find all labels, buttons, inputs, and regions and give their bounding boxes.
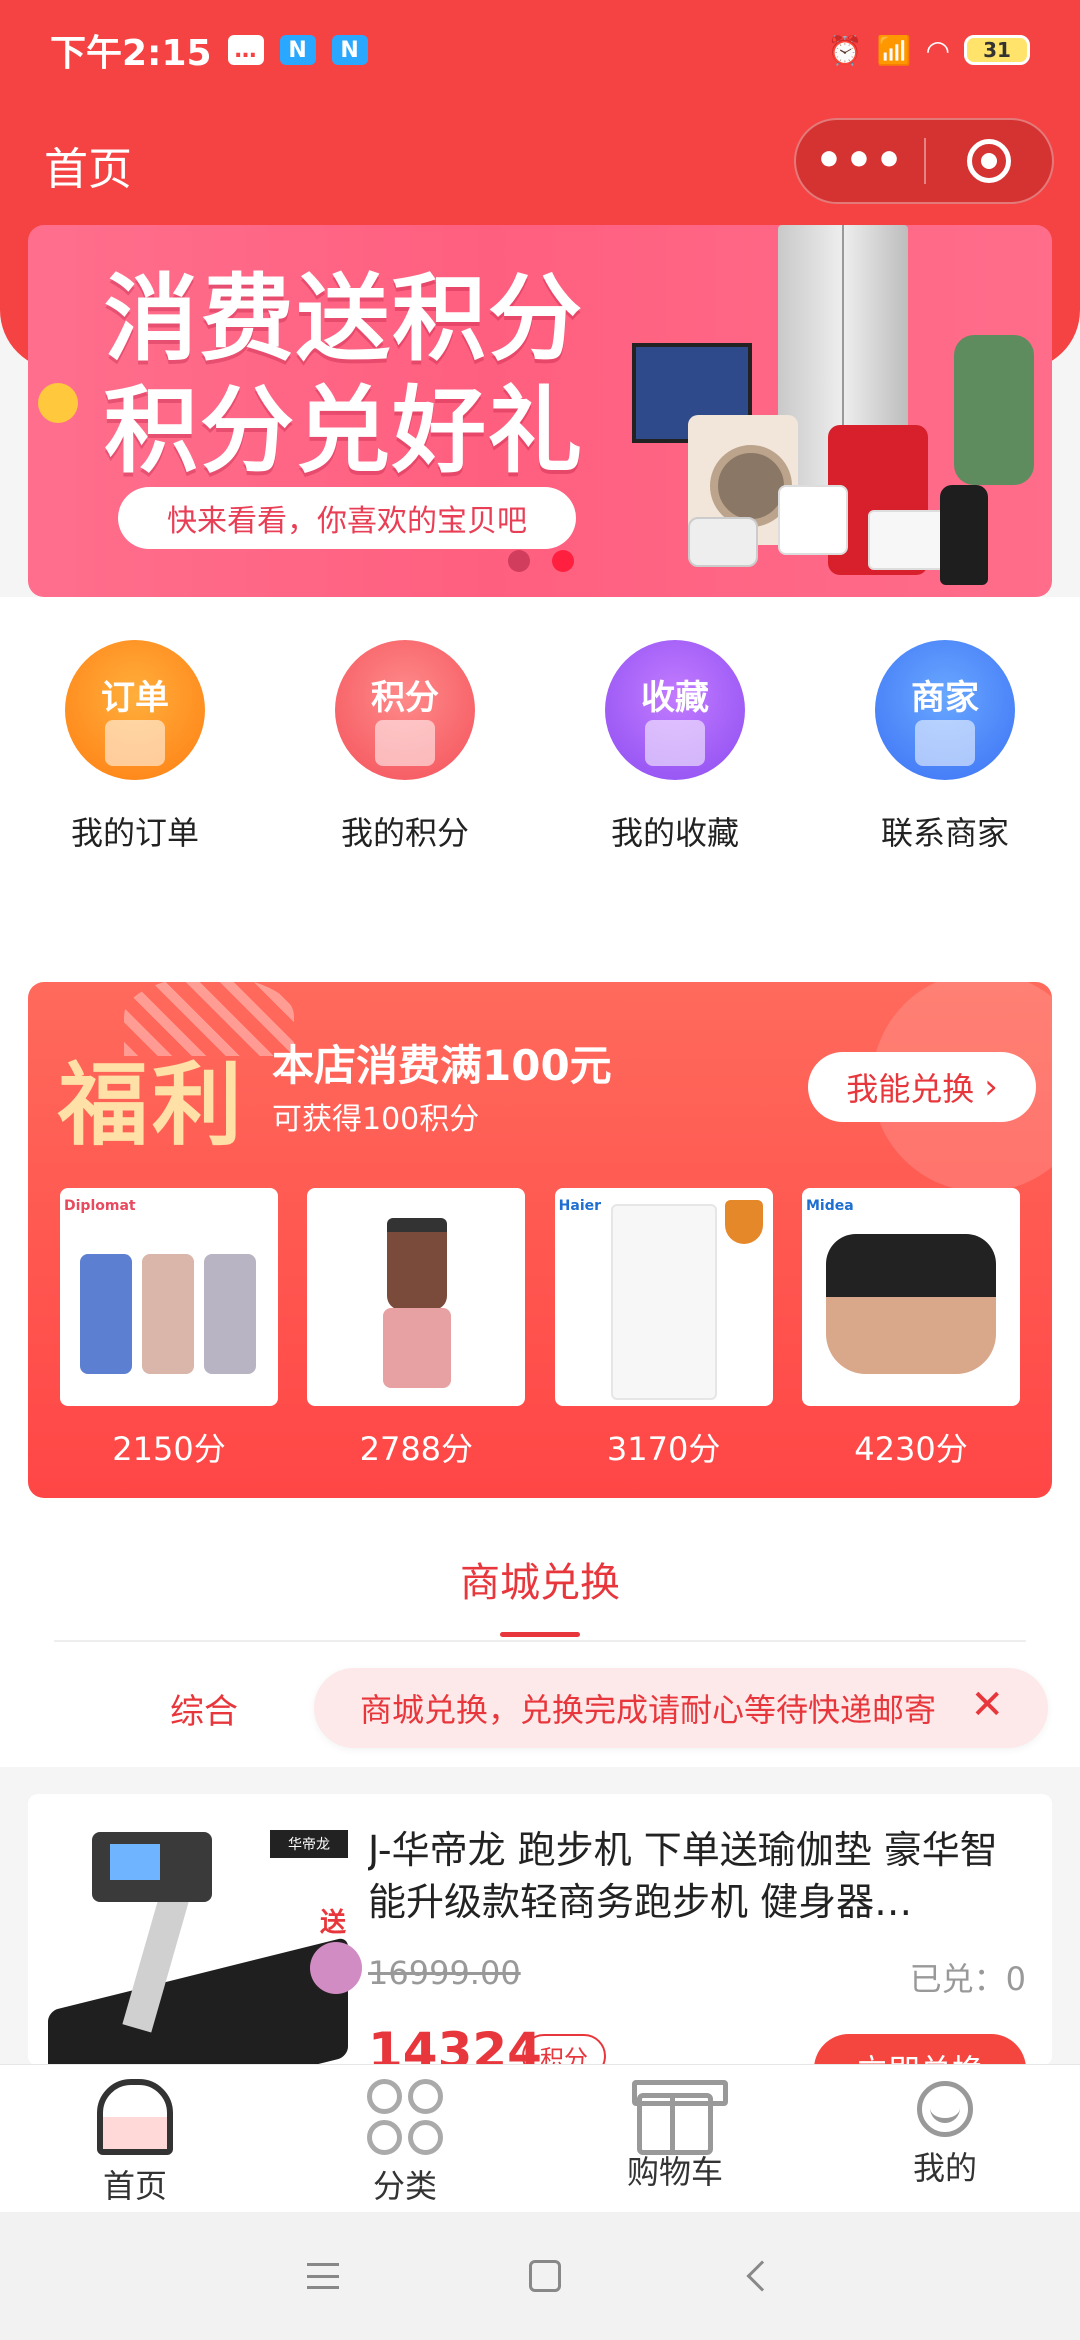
redeem-button[interactable]: 立即兑换 (814, 2034, 1026, 2066)
product-title: J-华帝龙 跑步机 下单送瑜伽垫 豪华智能升级款轻商务跑步机 健身器… (368, 1828, 998, 1924)
banner-dot[interactable] (508, 550, 530, 572)
sort-tab-comprehensive[interactable]: 综合 (170, 1684, 238, 1733)
chevron-right-icon: › (984, 1067, 998, 1107)
close-miniprogram-button[interactable] (926, 139, 1052, 183)
promo-banner[interactable]: 消费送积分 积分兑好礼 快来看看，你喜欢的宝贝吧 (28, 225, 1052, 597)
tab-profile[interactable]: 我的 (810, 2065, 1080, 2212)
notice-toast: 商城兑换，兑换完成请耐心等待快递邮寄 ✕ (314, 1668, 1048, 1748)
notification-n-icon: N (331, 35, 368, 65)
shortcut-label: 我的积分 (340, 814, 469, 852)
notification-n-icon: N (279, 35, 316, 65)
product-image-treadmill: 华帝龙 送 (48, 1824, 368, 2066)
brand-logo: Diplomat (64, 1198, 136, 1214)
tab-category[interactable]: 分类 (270, 2065, 540, 2212)
original-price: 16999.00 (368, 1954, 521, 1992)
home-icon (97, 2079, 173, 2155)
brand-logo: Midea (805, 1198, 854, 1214)
welfare-good-item[interactable]: Haier 3170分 (554, 1188, 773, 1470)
welfare-panel: 福利 本店消费满100元 可获得100积分 我能兑换 › Diplomat 215… (28, 982, 1052, 1498)
order-icon: 订单 (65, 640, 205, 780)
welfare-goods-list: Diplomat 2150分 2788分 Haier 3170分 Midea 4… (60, 1188, 1020, 1470)
coin-icon (38, 383, 78, 423)
tab-label: 我的 (912, 2149, 977, 2187)
system-navigation-bar (0, 2212, 1080, 2340)
welfare-title: 本店消费满100元 (272, 1041, 612, 1090)
recent-apps-icon[interactable] (307, 2263, 339, 2289)
product-card[interactable]: 华帝龙 送 J-华帝龙 跑步机 下单送瑜伽垫 豪华智能升级款轻商务跑步机 健身器… (28, 1794, 1052, 2066)
banner-dot-active[interactable] (552, 550, 574, 572)
more-menu-button[interactable]: ••• (796, 139, 924, 183)
store-icon: 商家 (875, 640, 1015, 780)
banner-headline-2: 积分兑好礼 (104, 377, 585, 486)
tab-cart[interactable]: 购物车 (540, 2065, 810, 2212)
shortcut-my-orders[interactable]: 订单 我的订单 (0, 640, 270, 880)
tab-label: 分类 (372, 2167, 437, 2205)
product-image-blender (307, 1188, 526, 1406)
shortcut-label: 我的订单 (70, 814, 199, 852)
back-icon[interactable] (746, 2260, 778, 2292)
page-title: 首页 (44, 144, 132, 195)
good-price: 2788分 (359, 1430, 474, 1468)
tab-mall-exchange[interactable]: 商城兑换 (0, 1550, 1080, 1608)
close-icon[interactable]: ✕ (970, 1682, 1004, 1728)
wifi-icon: ◠ (925, 33, 950, 67)
redeem-now-button[interactable]: 我能兑换 › (808, 1052, 1036, 1122)
good-price: 3170分 (606, 1430, 721, 1468)
shortcut-label: 我的收藏 (610, 814, 739, 852)
shortcut-my-favorites[interactable]: 收藏 我的收藏 (540, 640, 810, 880)
tab-label: 首页 (102, 2167, 167, 2205)
status-bar: 下午2:15 … N N ⏰ 📶 ◠ 31 (0, 0, 1080, 100)
miniprogram-capsule: ••• (794, 118, 1054, 204)
banner-pagination (508, 550, 574, 572)
shortcut-my-points[interactable]: 积分 我的积分 (270, 640, 540, 880)
welfare-good-item[interactable]: 2788分 (307, 1188, 526, 1470)
category-icon (367, 2079, 443, 2155)
profile-icon (917, 2081, 973, 2137)
status-time: 下午2:15 (50, 33, 212, 74)
warranty-badge-icon (724, 1200, 763, 1244)
battery-icon: 31 (964, 35, 1030, 65)
brand-logo: 华帝龙 (270, 1830, 348, 1858)
gift-label: 送 (320, 1908, 347, 1938)
tab-home[interactable]: 首页 (0, 2065, 270, 2212)
welfare-good-item[interactable]: Diplomat 2150分 (60, 1188, 278, 1470)
exchanged-count: 已兑：0 (909, 1960, 1026, 1998)
product-image-luggage: Diplomat (60, 1188, 278, 1406)
product-image-rice-cooker: Midea (801, 1188, 1020, 1406)
message-icon: … (227, 35, 264, 65)
points-icon: 积分 (335, 640, 475, 780)
app-header: 首页 ••• (0, 110, 1080, 220)
welfare-good-item[interactable]: Midea 4230分 (801, 1188, 1020, 1470)
yoga-mat-image (310, 1942, 362, 1994)
toast-text: 商城兑换，兑换完成请耐心等待快递邮寄 (360, 1691, 937, 1729)
shortcut-contact-merchant[interactable]: 商家 联系商家 (810, 640, 1080, 880)
shortcut-grid: 订单 我的订单 积分 我的积分 收藏 我的收藏 商家 联系商家 (0, 640, 1080, 880)
points-unit-badge: 积分 (522, 2034, 606, 2066)
status-indicators: ⏰ 📶 ◠ 31 (828, 34, 1030, 67)
home-button-icon[interactable] (529, 2260, 561, 2292)
alarm-icon: ⏰ (827, 33, 863, 67)
divider (54, 1640, 1026, 1642)
bottom-tab-bar: 首页 分类 购物车 我的 (0, 2064, 1080, 2212)
target-icon (966, 139, 1011, 183)
good-price: 4230分 (854, 1430, 968, 1468)
product-image-air-purifier: Haier (554, 1188, 773, 1406)
favorite-star-icon: 收藏 (605, 640, 745, 780)
banner-product-image (628, 225, 1052, 597)
shortcut-label: 联系商家 (880, 814, 1009, 852)
welfare-logo-text: 福利 (58, 1052, 246, 1158)
good-price: 2150分 (112, 1430, 226, 1468)
points-price: 14324 (368, 2022, 542, 2066)
brand-logo: Haier (558, 1198, 602, 1214)
signal-icon: 📶 (876, 33, 912, 67)
tab-active-indicator (500, 1632, 580, 1637)
cart-icon (632, 2080, 728, 2155)
welfare-subtitle: 可获得100积分 (272, 1102, 480, 1137)
banner-tagline: 快来看看，你喜欢的宝贝吧 (118, 487, 576, 549)
